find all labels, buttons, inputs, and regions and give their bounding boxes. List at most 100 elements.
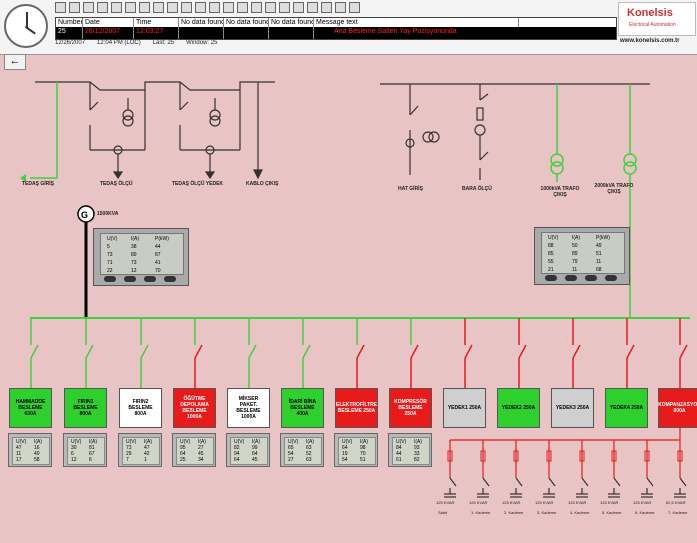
breaker-switch bbox=[464, 344, 473, 359]
breaker-switch bbox=[572, 344, 581, 359]
meter-value: 49 bbox=[596, 243, 602, 249]
meter-value: 82 bbox=[414, 457, 420, 463]
feeder-panel[interactable]: FIRIN1 BESLEME 800A bbox=[64, 388, 107, 428]
capacitor-step-name: 1. Kademe bbox=[471, 510, 491, 515]
meter-value: 38 bbox=[131, 244, 137, 250]
meter-value: 89 bbox=[572, 251, 578, 257]
label-tedas-olcu: TEDAŞ ÖLÇÜ bbox=[100, 181, 133, 187]
meter-value: 17 bbox=[16, 457, 22, 463]
breaker-switch bbox=[194, 344, 203, 359]
capacitor-lines bbox=[444, 428, 687, 498]
feeder-panel[interactable]: YEDEK3 250A bbox=[551, 388, 594, 428]
generator-rating: 1500KVA bbox=[97, 211, 119, 217]
feeder-panel[interactable]: ELEKTROFİLTRE BESLEME 250A bbox=[335, 388, 378, 428]
feeder-meter[interactable]: U(V) I(A) 84 93 44 33 61 82 bbox=[388, 433, 432, 467]
meter-value: 44 bbox=[155, 244, 161, 250]
capacitor-kvar: 125 KVAR bbox=[436, 500, 455, 505]
feeder-panel[interactable]: ÖĞÜTME DEPOLAMA BESLEME 1000A bbox=[173, 388, 216, 428]
meter-value: 68 bbox=[596, 267, 602, 273]
meter-value: 12 bbox=[131, 268, 137, 274]
capacitor-step-name: Sabit bbox=[438, 510, 448, 515]
capacitor-kvar: 125 KVAR bbox=[502, 500, 521, 505]
meter-value: P(kW) bbox=[155, 236, 169, 242]
capacitor-wire bbox=[449, 477, 457, 487]
meter-value: 45 bbox=[252, 457, 258, 463]
meter-value: 25 bbox=[180, 457, 186, 463]
generator-g: G bbox=[81, 210, 89, 220]
meter-value: 21 bbox=[548, 267, 554, 273]
capacitor-kvar: 125 KVAR bbox=[469, 500, 488, 505]
capacitor-kvar: 125 KVAR bbox=[600, 500, 619, 505]
meter-value: 89 bbox=[131, 252, 137, 258]
meter-value: 73 bbox=[107, 252, 113, 258]
meter-value: 5 bbox=[107, 244, 110, 250]
upper-left-line bbox=[35, 81, 275, 180]
breaker-switch bbox=[248, 344, 257, 359]
upper-right-line bbox=[380, 83, 650, 180]
meter-value: 58 bbox=[34, 457, 40, 463]
feeder-meter[interactable]: U(V) I(A) 73 47 29 42 7 1 bbox=[118, 433, 162, 467]
capacitor-kvar: 125 KVAR bbox=[535, 500, 554, 505]
meter-value: 1 bbox=[144, 457, 147, 463]
feeder-meter[interactable]: U(V) I(A) 82 99 94 64 64 45 bbox=[226, 433, 270, 467]
meter-value: 88 bbox=[548, 243, 554, 249]
meter-value: 11 bbox=[596, 259, 602, 265]
breaker-switch bbox=[356, 344, 365, 359]
trafo-meter[interactable]: U(V) I(A) P(kW) 88 50 49 85 89 51 55 79 11 21 11 68 bbox=[534, 227, 630, 285]
meter-value: I(A) bbox=[572, 235, 581, 241]
meter-value: 22 bbox=[107, 268, 113, 274]
feeder-panel[interactable]: YEDEK1 250A bbox=[443, 388, 486, 428]
meter-value: U(V) bbox=[548, 235, 559, 241]
meter-value: 63 bbox=[306, 457, 312, 463]
generator-meter[interactable]: U(V) I(A) P(kW) 5 38 44 73 89 87 71 73 41 22 12 70 bbox=[93, 228, 189, 286]
feeder-meter[interactable]: U(V) I(A) 95 27 64 45 25 34 bbox=[172, 433, 216, 467]
breaker-switch bbox=[626, 344, 635, 359]
label-2000kva: 2000kVA TRAFO ÇIKIŞ bbox=[594, 183, 634, 195]
meter-value: 61 bbox=[396, 457, 402, 463]
meter-value: 27 bbox=[288, 457, 294, 463]
meter-value: 41 bbox=[155, 260, 161, 266]
meter-value: 50 bbox=[572, 243, 578, 249]
capacitor-step-name: 4. Kademe bbox=[570, 510, 590, 515]
feeder-meter[interactable]: U(V) I(A) 47 16 11 40 17 58 bbox=[8, 433, 52, 467]
capacitor-wire bbox=[548, 477, 556, 487]
capacitor-wire bbox=[581, 477, 589, 487]
meter-value: 34 bbox=[198, 457, 204, 463]
capacitor-step-name: 3. Kademe bbox=[537, 510, 557, 515]
capacitor-wire bbox=[515, 477, 523, 487]
meter-value: 51 bbox=[360, 457, 366, 463]
meter-value: 54 bbox=[342, 457, 348, 463]
capacitor-step-name: 7. Kademe bbox=[668, 510, 688, 515]
breaker-switch bbox=[410, 344, 419, 359]
feeder-panel[interactable]: YEDEK4 250A bbox=[605, 388, 648, 428]
feeder-meter[interactable]: U(V) I(A) 30 81 6 67 12 6 bbox=[63, 433, 107, 467]
label-tedas-olcu-yedek: TEDAŞ ÖLÇÜ YEDEK bbox=[172, 181, 224, 187]
capacitor-step-name: 6. Kademe bbox=[635, 510, 655, 515]
feeder-meter[interactable]: U(V) I(A) 65 63 54 52 27 63 bbox=[280, 433, 324, 467]
capacitor-step-name: 2. Kademe bbox=[504, 510, 524, 515]
breaker-switch bbox=[30, 344, 39, 359]
feeder-panel[interactable]: KOMPANZASYON 800A bbox=[658, 388, 697, 428]
capacitor-kvar: 62,5 KVAR bbox=[666, 500, 686, 505]
breaker-switch bbox=[302, 344, 311, 359]
capacitor-kvar: 125 KVAR bbox=[633, 500, 652, 505]
feeder-meter[interactable]: U(V) I(A) 64 98 19 70 54 51 bbox=[334, 433, 378, 467]
meter-value: 71 bbox=[107, 260, 113, 266]
meter-value: 51 bbox=[596, 251, 602, 257]
feeder-panel[interactable]: İDARİ BİNA BESLEME 400A bbox=[281, 388, 324, 428]
capacitor-wire bbox=[613, 477, 621, 487]
capacitor-wire bbox=[646, 477, 654, 487]
capacitor-wire bbox=[482, 477, 490, 487]
feeder-panel[interactable]: MİKSER PAKET. BESLEME 1000A bbox=[227, 388, 270, 428]
feeder-panel[interactable]: KOMPRESÖR BESLEME 250A bbox=[389, 388, 432, 428]
capacitor-step-name: 5. Kademe bbox=[602, 510, 622, 515]
meter-value: 64 bbox=[234, 457, 240, 463]
feeder-panel[interactable]: FIRIN2 BESLEME 800A bbox=[119, 388, 162, 428]
label-bara-olcu: BARA ÖLÇÜ bbox=[462, 186, 492, 192]
capacitor-kvar: 125 KVAR bbox=[568, 500, 587, 505]
breaker-switch bbox=[679, 344, 688, 359]
breaker-switch bbox=[140, 344, 149, 359]
feeder-panel[interactable]: YEDEK2 250A bbox=[497, 388, 540, 428]
feeder-panel[interactable]: HAMMADDE BESLEME 630A bbox=[9, 388, 52, 428]
meter-value: U(V) bbox=[107, 236, 118, 242]
